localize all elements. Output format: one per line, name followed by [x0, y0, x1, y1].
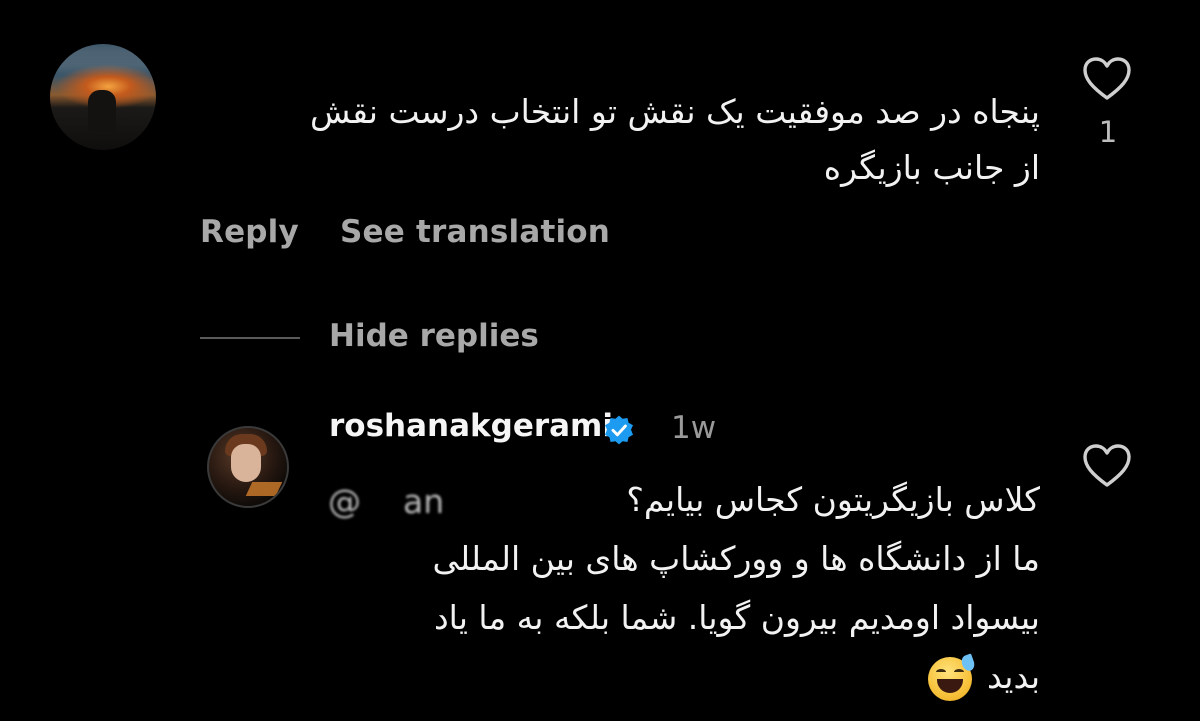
reply-text-word: بدید: [986, 657, 1040, 696]
reply-text: کلاس بازیگریتون کجاس بیایم؟ ما از دانشگا…: [300, 470, 1040, 706]
grinning-sweat-emoji-icon: [928, 652, 977, 701]
like-heart-icon[interactable]: [1082, 56, 1132, 102]
like-heart-icon[interactable]: [1082, 443, 1132, 489]
reply-text-line: ما از دانشگاه ها و وورکشاپ های بین الملل…: [432, 539, 1041, 578]
reply-text-line: بدید: [300, 647, 1040, 706]
replies-divider: [200, 337, 300, 339]
comment-text: پنجاه در صد موفقیت یک نقش تو انتخاب درست…: [140, 84, 1040, 196]
reply-author-avatar[interactable]: [207, 426, 289, 508]
hide-replies-button[interactable]: Hide replies: [329, 318, 539, 354]
see-translation-button[interactable]: See translation: [340, 214, 610, 250]
like-count: 1: [1098, 115, 1118, 149]
reply-username[interactable]: roshanakgerami: [329, 408, 613, 444]
reply-timestamp: 1w: [671, 410, 717, 446]
reply-text-line: کلاس بازیگریتون کجاس بیایم؟: [626, 480, 1040, 519]
reply-text-line: بیسواد اومدیم بیرون گویا. شما بلکه به ما…: [433, 598, 1040, 637]
reply-button[interactable]: Reply: [200, 214, 299, 250]
comment-text-line: پنجاه در صد موفقیت یک نقش تو انتخاب درست…: [310, 92, 1040, 131]
comment-text-line: از جانب بازیگره: [823, 148, 1040, 187]
verified-badge-icon: [605, 415, 633, 445]
